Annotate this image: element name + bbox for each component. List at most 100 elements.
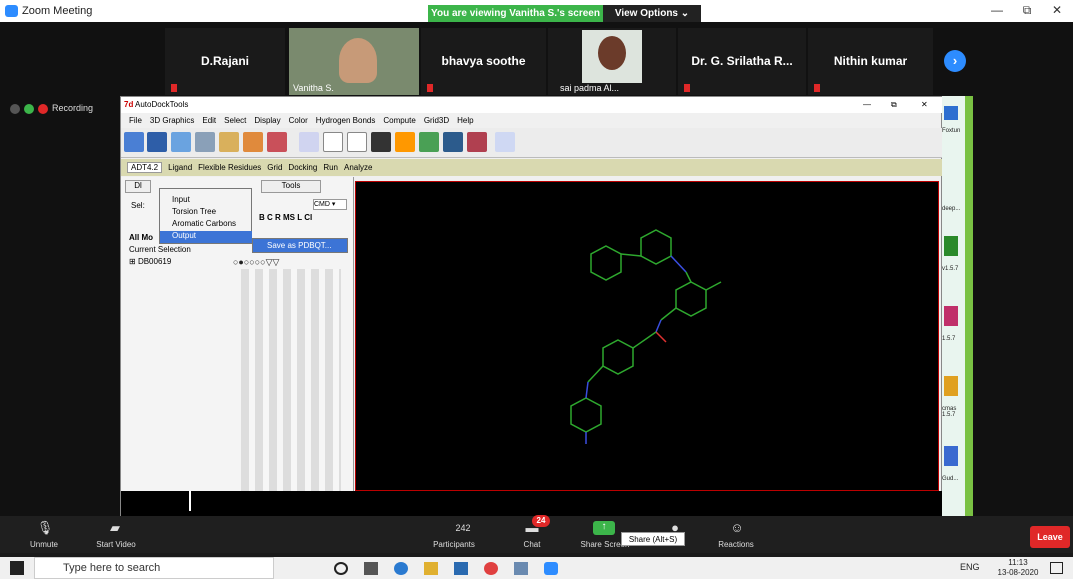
task-view-icon[interactable] [364, 562, 378, 575]
menu-edit[interactable]: Edit [202, 116, 216, 125]
chat-button[interactable]: Chat [492, 540, 572, 549]
redo-icon[interactable] [195, 132, 215, 152]
reactions-icon[interactable]: ☺ [726, 520, 748, 536]
clock-time[interactable]: 11:13 [1000, 558, 1036, 567]
menu-item-output[interactable]: Output [160, 231, 252, 243]
menu-grid3d[interactable]: Grid3D [424, 116, 449, 125]
molecule-display-toggles[interactable]: ○●○○○○▽▽ [233, 257, 279, 268]
participant-caption: Vanitha S. [293, 83, 334, 93]
menu-select[interactable]: Select [224, 116, 246, 125]
language-indicator[interactable]: ENG [960, 562, 980, 572]
save-icon[interactable] [147, 132, 167, 152]
participants-count: 242 [455, 523, 471, 533]
menu-display[interactable]: Display [254, 116, 280, 125]
menu-color[interactable]: Color [289, 116, 308, 125]
ligand-structure [570, 229, 722, 444]
app-icon[interactable] [944, 306, 958, 326]
clock-date[interactable]: 13-08-2020 [996, 568, 1040, 577]
info-icon[interactable] [10, 103, 20, 114]
color-icon[interactable] [371, 132, 391, 152]
participant-name: D.Rajani [200, 54, 249, 68]
adt-maximize-button[interactable]: ⧉ [891, 100, 897, 110]
start-video-button[interactable]: Start Video [76, 540, 156, 549]
palette-icon[interactable] [395, 132, 415, 152]
participant-video-tile[interactable]: Vanitha S. [289, 28, 419, 95]
sticks-icon[interactable] [299, 132, 319, 152]
participants-icon[interactable]: 242 [438, 523, 488, 539]
share-screen-icon[interactable]: ↑ [593, 521, 615, 535]
molecule-tree-item[interactable]: ⊞ DB00619 [129, 257, 171, 266]
center-icon[interactable] [243, 132, 263, 152]
pencil-icon[interactable] [219, 132, 239, 152]
app-label: Foxtun [942, 128, 961, 134]
app-icon[interactable] [944, 236, 958, 256]
mail-icon[interactable] [454, 562, 468, 575]
cortana-icon[interactable] [334, 562, 348, 575]
cmd-dropdown[interactable]: CMD ▾ [313, 199, 347, 210]
menu-item-aromatic-carbons[interactable]: Aromatic Carbons [172, 219, 236, 228]
menu-help[interactable]: Help [457, 116, 473, 125]
slider-handle[interactable] [189, 491, 191, 511]
menu-item-torsion-tree[interactable]: Torsion Tree [172, 207, 216, 216]
tab-docking[interactable]: Docking [288, 163, 317, 172]
menu-3d-graphics[interactable]: 3D Graphics [150, 116, 194, 125]
tab-ligand[interactable]: Ligand [168, 163, 192, 172]
view-options-button[interactable]: View Options ⌄ [603, 5, 701, 22]
leave-button[interactable]: Leave [1030, 526, 1070, 548]
edge-icon[interactable] [394, 562, 408, 575]
adt-minimize-button[interactable]: — [863, 100, 871, 109]
minimize-button[interactable]: — [982, 3, 1012, 17]
tab-run[interactable]: Run [323, 163, 338, 172]
file-explorer-icon[interactable] [424, 562, 438, 575]
participant-face [598, 36, 626, 70]
dashboard-tab[interactable]: Dl [125, 180, 151, 193]
maximize-button[interactable]: ⧉ [1012, 3, 1042, 18]
tab-adt4-2[interactable]: ADT4.2 [127, 162, 163, 173]
video-off-icon[interactable]: ▰ [104, 520, 126, 536]
menu-item-input[interactable]: Input [172, 195, 190, 204]
participant-tile[interactable]: Dr. G. Srilatha R... [678, 28, 806, 95]
unmute-button[interactable]: Unmute [4, 540, 84, 549]
atom-icon[interactable] [495, 132, 515, 152]
ribbon-icon[interactable] [443, 132, 463, 152]
3d-viewer[interactable] [355, 181, 939, 491]
menu-file[interactable]: File [129, 116, 142, 125]
open-icon[interactable] [124, 132, 144, 152]
surface-icon[interactable] [419, 132, 439, 152]
shield-icon[interactable] [24, 103, 34, 114]
windows-start-icon[interactable] [10, 561, 24, 575]
tab-flexible-residues[interactable]: Flexible Residues [198, 163, 261, 172]
adt-close-button[interactable]: ✕ [921, 100, 928, 109]
chrome-icon[interactable] [484, 562, 498, 575]
lines-icon[interactable] [323, 132, 343, 152]
undo-icon[interactable] [171, 132, 191, 152]
list-icon[interactable] [347, 132, 367, 152]
photos-icon[interactable] [514, 562, 528, 575]
participant-tile[interactable]: Nithin kumar [808, 28, 933, 95]
tools-tab[interactable]: Tools [261, 180, 321, 193]
app-icon[interactable] [944, 376, 958, 396]
zoom-taskbar-icon[interactable] [544, 562, 558, 575]
notifications-icon[interactable] [1050, 562, 1063, 574]
microphone-muted-icon[interactable]: 🎙 [34, 520, 56, 536]
participants-button[interactable]: Participants [414, 540, 494, 549]
fog-icon[interactable] [267, 132, 287, 152]
participant-face [339, 38, 377, 83]
participant-tile[interactable]: bhavya soothe [421, 28, 546, 95]
tab-analyze[interactable]: Analyze [344, 163, 372, 172]
participant-video-tile[interactable]: sai padma Al... [548, 28, 676, 95]
app-icon[interactable] [944, 106, 958, 120]
tab-grid[interactable]: Grid [267, 163, 282, 172]
next-page-arrow-icon[interactable]: › [944, 50, 966, 72]
menu-hydrogen-bonds[interactable]: Hydrogen Bonds [316, 116, 376, 125]
menu-compute[interactable]: Compute [383, 116, 415, 125]
taskbar-search-input[interactable]: Type here to search [34, 557, 274, 579]
current-selection-label: Current Selection [129, 245, 191, 254]
reactions-button[interactable]: Reactions [696, 540, 776, 549]
participant-tile[interactable]: D.Rajani [165, 28, 285, 95]
cpk-icon[interactable] [467, 132, 487, 152]
close-button[interactable]: ✕ [1042, 3, 1072, 17]
menu-item-save-as-pdbqt[interactable]: Save as PDBQT... [252, 238, 348, 253]
app-icon[interactable] [944, 446, 958, 466]
participant-caption: sai padma Al... [560, 83, 620, 93]
